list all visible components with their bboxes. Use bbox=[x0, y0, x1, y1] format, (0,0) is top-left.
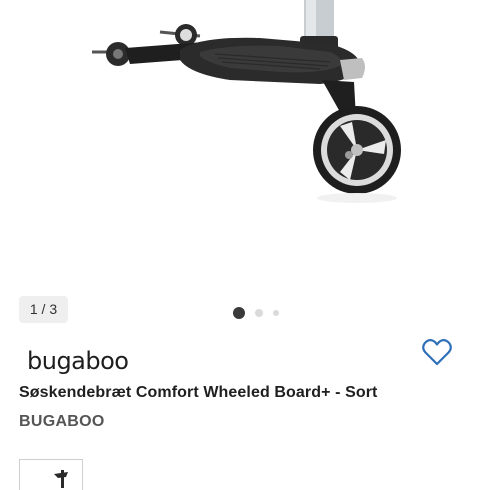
thumbnail-1[interactable] bbox=[19, 459, 83, 490]
product-image bbox=[92, 0, 401, 203]
carousel-dot-1[interactable] bbox=[233, 307, 245, 319]
heart-outline-icon bbox=[422, 339, 452, 366]
product-title: Søskendebræt Comfort Wheeled Board+ - So… bbox=[19, 384, 378, 401]
product-image-gallery[interactable]: 1 / 3 bbox=[0, 0, 480, 330]
carousel-dots bbox=[233, 306, 279, 320]
wishlist-button[interactable] bbox=[421, 337, 453, 367]
image-counter-badge: 1 / 3 bbox=[19, 296, 68, 323]
svg-text:bugaboo: bugaboo bbox=[27, 347, 129, 375]
carousel-dot-3[interactable] bbox=[273, 310, 279, 316]
bugaboo-logo: bugaboo bbox=[27, 347, 129, 375]
brand-name[interactable]: BUGABOO bbox=[19, 413, 105, 431]
thumbnail-image bbox=[54, 470, 68, 488]
brand-logo[interactable]: bugaboo bbox=[27, 342, 139, 380]
carousel-dot-2[interactable] bbox=[255, 309, 263, 317]
